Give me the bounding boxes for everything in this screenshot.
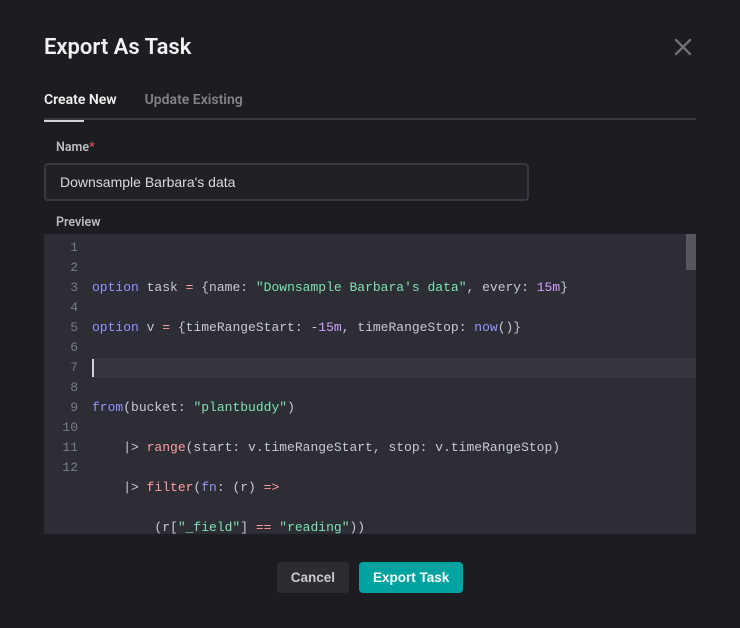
- tabs: Create New Update Existing: [44, 92, 696, 120]
- line-number: 1: [50, 238, 78, 258]
- code-preview-editor[interactable]: 1 2 3 4 5 6 7 8 9 10 11 12 option task =…: [44, 234, 696, 534]
- tok: "reading": [279, 520, 349, 534]
- tok: option: [92, 280, 139, 295]
- line-number: 11: [50, 438, 78, 458]
- task-name-input[interactable]: [44, 163, 529, 201]
- tok: now: [474, 320, 497, 335]
- line-number: 5: [50, 318, 78, 338]
- modal-header: Export As Task: [44, 34, 696, 60]
- line-number: 2: [50, 258, 78, 278]
- tok: fn: [201, 480, 217, 495]
- tok: 15m: [318, 320, 341, 335]
- preview-label: Preview: [56, 215, 696, 230]
- tok: "Downsample Barbara's data": [256, 280, 467, 295]
- close-icon: [674, 38, 692, 56]
- tok: "_field": [178, 520, 240, 534]
- code-content: option task = {name: "Downsample Barbara…: [88, 234, 696, 534]
- name-label-text: Name: [56, 140, 89, 155]
- tok: 15m: [537, 280, 560, 295]
- modal-title: Export As Task: [44, 35, 191, 60]
- line-number: 6: [50, 338, 78, 358]
- name-label: Name*: [56, 140, 696, 155]
- tok: filter: [147, 480, 194, 495]
- text-cursor: [92, 359, 94, 377]
- line-gutter: 1 2 3 4 5 6 7 8 9 10 11 12: [44, 234, 88, 534]
- close-button[interactable]: [670, 34, 696, 60]
- line-number: 3: [50, 278, 78, 298]
- cancel-button[interactable]: Cancel: [277, 562, 349, 593]
- line-number: 12: [50, 458, 78, 478]
- required-mark: *: [89, 140, 95, 155]
- tok: option: [92, 320, 139, 335]
- tok: range: [147, 440, 186, 455]
- form-area: Name* Preview 1 2 3 4 5 6 7 8 9 10 11 12…: [44, 140, 696, 534]
- modal-footer: Cancel Export Task: [44, 562, 696, 593]
- mini-map[interactable]: [686, 234, 696, 270]
- export-as-task-modal: Export As Task Create New Update Existin…: [0, 0, 740, 628]
- line-number: 8: [50, 378, 78, 398]
- line-number: 10: [50, 418, 78, 438]
- line-number: 9: [50, 398, 78, 418]
- tok: from: [92, 400, 123, 415]
- export-task-button[interactable]: Export Task: [359, 562, 463, 593]
- tab-create-new[interactable]: Create New: [44, 92, 117, 120]
- line-number: 4: [50, 298, 78, 318]
- line-number: 7: [50, 358, 78, 378]
- tok: "plantbuddy": [193, 400, 287, 415]
- tab-update-existing[interactable]: Update Existing: [145, 92, 243, 120]
